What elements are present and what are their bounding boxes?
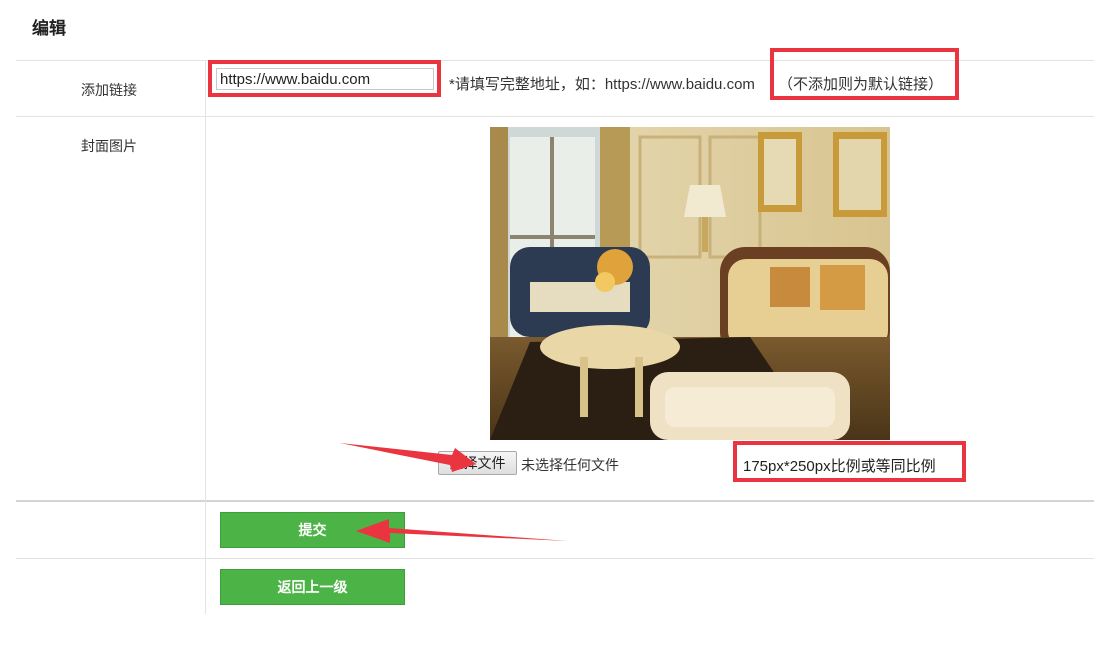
divider (16, 116, 1094, 117)
page-title: 编辑 (32, 19, 66, 38)
column-divider (205, 61, 206, 614)
annotation-box-size-hint (733, 441, 966, 482)
cover-image-preview (490, 127, 890, 440)
living-room-photo (490, 127, 890, 440)
link-hint: *请填写完整地址，如：https://www.baidu.com (449, 76, 755, 93)
no-file-selected-text: 未选择任何文件 (521, 457, 619, 473)
annotation-box-default-hint (770, 48, 959, 100)
choose-file-button[interactable]: 选择文件 (438, 451, 517, 475)
back-button[interactable]: 返回上一级 (220, 569, 405, 605)
divider (16, 558, 1094, 559)
submit-button[interactable]: 提交 (220, 512, 405, 548)
cover-label: 封面图片 (81, 138, 137, 154)
link-label: 添加链接 (81, 82, 137, 98)
divider (16, 500, 1094, 502)
annotation-box-link-input (208, 60, 441, 97)
